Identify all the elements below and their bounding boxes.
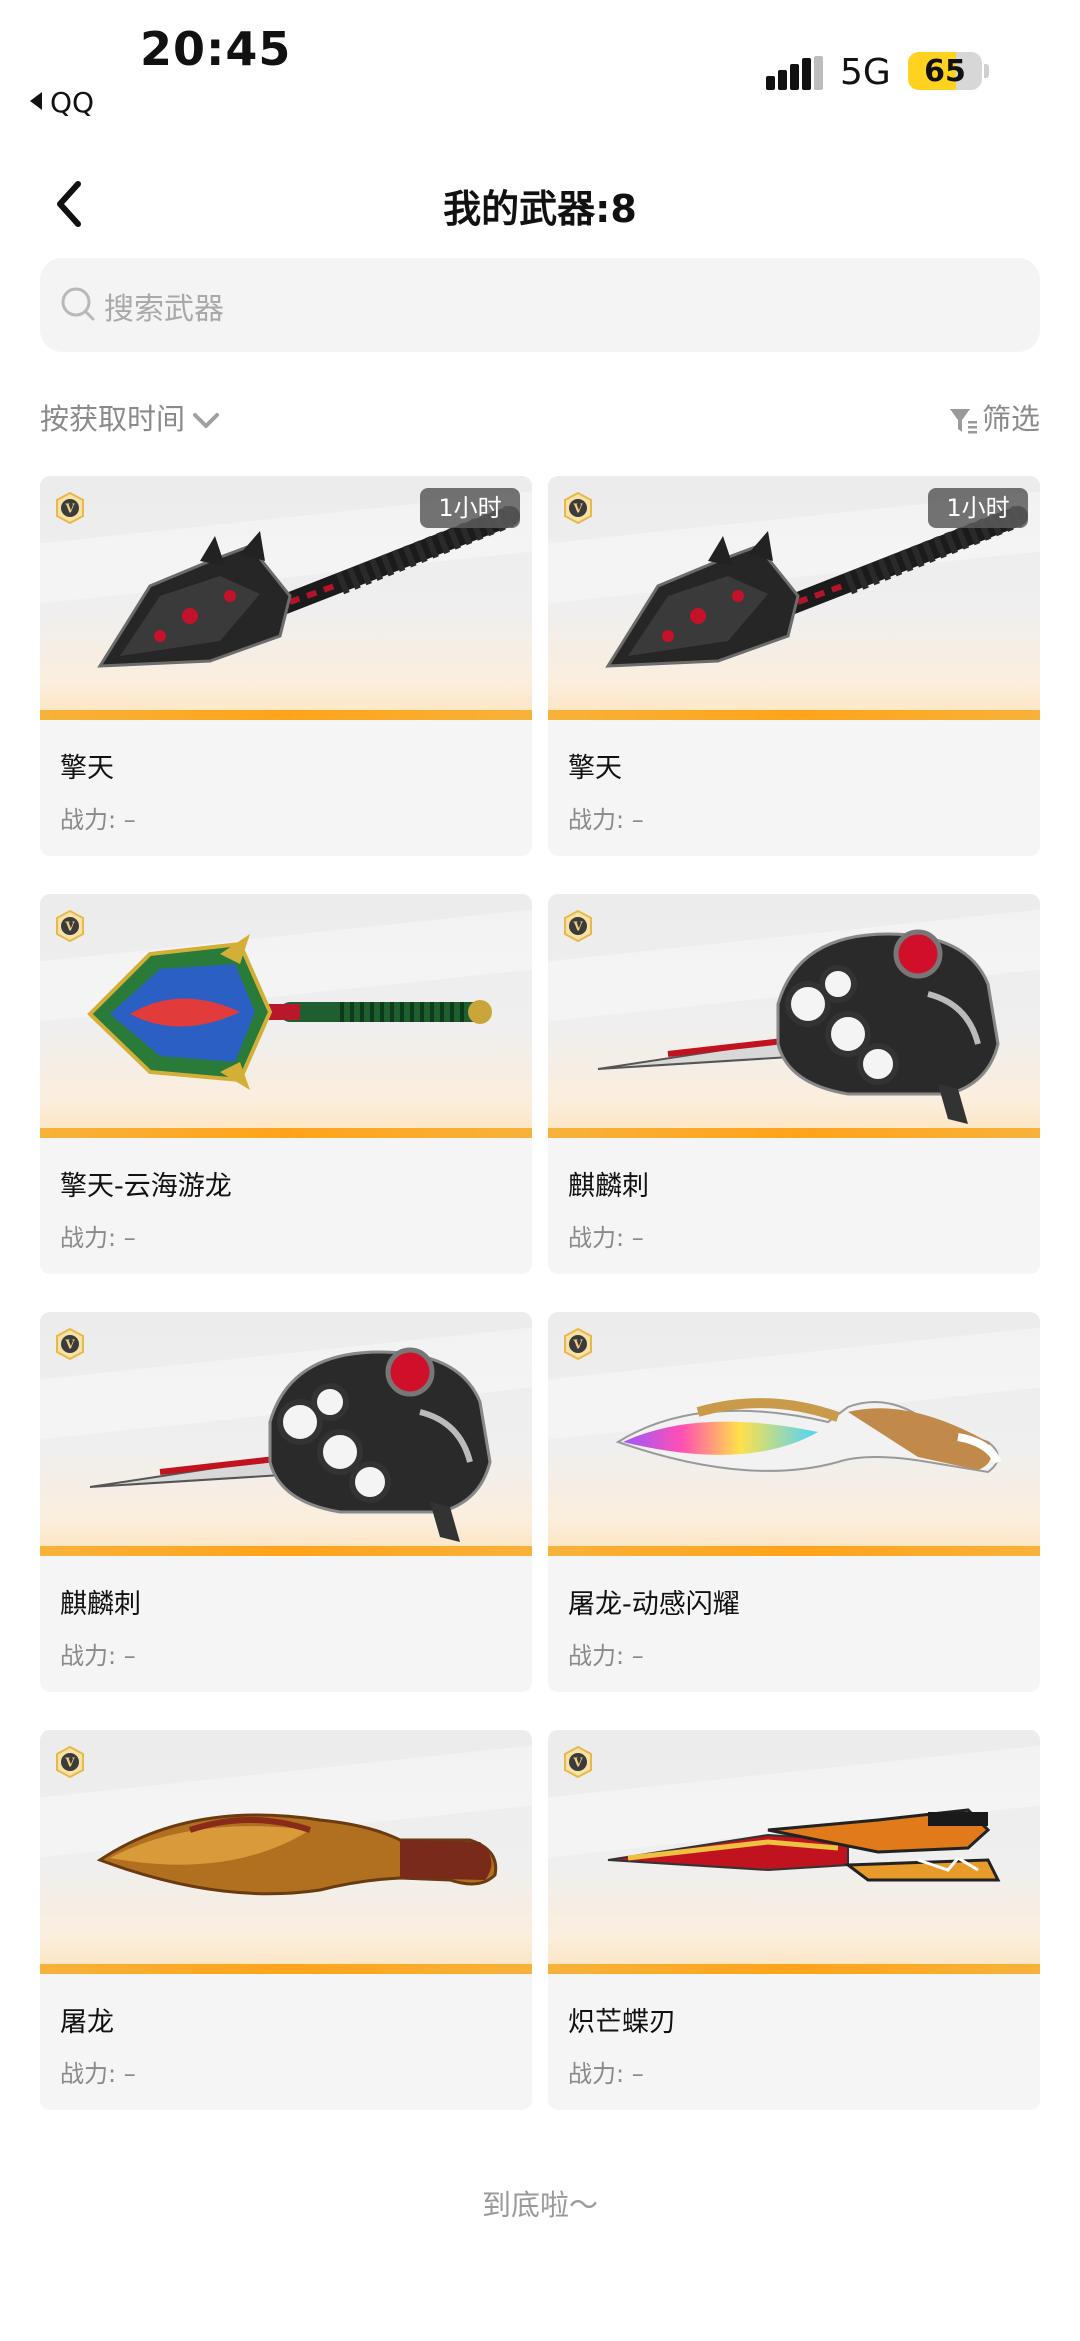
- rarity-bar: [40, 1546, 532, 1556]
- weapon-illustration: [607, 1808, 1001, 1882]
- search-placeholder: 搜索武器: [104, 292, 224, 327]
- battery-level: 65: [924, 54, 966, 89]
- weapon-power: 战力: –: [60, 806, 136, 834]
- weapon-image: [40, 894, 532, 1138]
- weapon-card[interactable]: V 1小时 擎天 战力: –: [40, 476, 532, 856]
- weapon-power: 战力: –: [60, 1642, 136, 1670]
- signal-icon: [766, 56, 824, 90]
- weapon-power: 战力: –: [60, 1224, 136, 1252]
- weapon-card[interactable]: V 麒麟刺 战力: –: [40, 1312, 532, 1692]
- weapon-illustration: [597, 929, 1000, 1124]
- back-to-app-link[interactable]: QQ: [30, 86, 94, 119]
- rarity-bar: [40, 710, 532, 720]
- weapon-name: 擎天-云海游龙: [60, 1171, 232, 1202]
- weapon-name: 麒麟刺: [568, 1171, 649, 1202]
- vip-badge-icon: V: [56, 1746, 84, 1778]
- rarity-bar: [548, 1128, 1040, 1138]
- weapon-image: [40, 1730, 532, 1974]
- weapon-power: 战力: –: [568, 1224, 644, 1252]
- svg-text:V: V: [64, 502, 75, 516]
- search-icon: [61, 287, 95, 321]
- battery-cap: [984, 64, 989, 78]
- network-label: 5G: [840, 52, 891, 93]
- time-limit-badge: 1小时: [928, 488, 1028, 528]
- vip-badge-icon: V: [56, 910, 84, 942]
- weapon-image: [548, 894, 1040, 1138]
- rarity-bar: [548, 710, 1040, 720]
- search-input[interactable]: 搜索武器: [40, 258, 1040, 352]
- weapon-name: 麒麟刺: [60, 1589, 141, 1620]
- svg-text:V: V: [64, 1338, 75, 1352]
- svg-text:V: V: [572, 1756, 583, 1770]
- chevron-down-icon: [193, 413, 220, 428]
- vip-badge-icon: V: [564, 1328, 592, 1360]
- weapon-name: 炽芒蝶刃: [568, 2007, 676, 2038]
- rarity-bar: [40, 1128, 532, 1138]
- weapon-image: [548, 1730, 1040, 1974]
- weapon-power: 战力: –: [60, 2060, 136, 2088]
- svg-text:V: V: [572, 920, 583, 934]
- vip-badge-icon: V: [56, 1328, 84, 1360]
- weapon-power: 战力: –: [568, 2060, 644, 2088]
- filter-button[interactable]: 筛选: [948, 396, 1040, 438]
- vip-badge-icon: V: [564, 492, 592, 524]
- weapon-name: 屠龙: [60, 2007, 114, 2038]
- weapon-card[interactable]: V 擎天-云海游龙 战力: –: [40, 894, 532, 1274]
- weapon-illustration: [615, 1398, 1002, 1474]
- svg-text:V: V: [572, 1338, 583, 1352]
- weapon-card[interactable]: V 1小时 擎天 战力: –: [548, 476, 1040, 856]
- sort-label: 按获取时间: [40, 402, 186, 436]
- svg-text:V: V: [572, 502, 583, 516]
- weapon-card[interactable]: V 炽芒蝶刃 战力: –: [548, 1730, 1040, 2110]
- page-title: 我的武器:8: [443, 187, 637, 231]
- weapon-name: 擎天: [568, 753, 622, 784]
- weapon-power: 战力: –: [568, 1642, 644, 1670]
- weapon-image: [40, 1312, 532, 1556]
- weapon-card[interactable]: V 屠龙-动感闪耀 战力: –: [548, 1312, 1040, 1692]
- weapon-illustration: [89, 1347, 492, 1542]
- svg-text:V: V: [64, 920, 75, 934]
- rarity-bar: [40, 1964, 532, 1974]
- weapon-image: [548, 1312, 1040, 1556]
- vip-badge-icon: V: [564, 1746, 592, 1778]
- status-bar: 20:45 QQ 5G 65: [0, 0, 1080, 130]
- filter-label: 筛选: [981, 402, 1040, 436]
- time-limit-badge: 1小时: [420, 488, 520, 528]
- vip-badge-icon: V: [56, 492, 84, 524]
- battery-icon: 65: [908, 52, 982, 90]
- svg-text:V: V: [64, 1756, 75, 1770]
- weapon-power: 战力: –: [568, 806, 644, 834]
- status-time: 20:45: [140, 22, 292, 76]
- end-of-list-text: 到底啦～: [481, 2188, 598, 2222]
- weapon-card[interactable]: V 屠龙 战力: –: [40, 1730, 532, 2110]
- sort-dropdown[interactable]: 按获取时间: [40, 396, 221, 438]
- weapon-illustration: [87, 934, 492, 1090]
- vip-badge-icon: V: [564, 910, 592, 942]
- rarity-bar: [548, 1546, 1040, 1556]
- weapon-name: 屠龙-动感闪耀: [568, 1589, 740, 1620]
- back-triangle-icon: [30, 92, 42, 110]
- weapon-name: 擎天: [60, 753, 114, 784]
- back-app-label: QQ: [50, 86, 95, 119]
- rarity-bar: [548, 1964, 1040, 1974]
- filter-icon: [949, 409, 977, 434]
- weapon-card[interactable]: V 麒麟刺 战力: –: [548, 894, 1040, 1274]
- weapon-illustration: [96, 1813, 498, 1896]
